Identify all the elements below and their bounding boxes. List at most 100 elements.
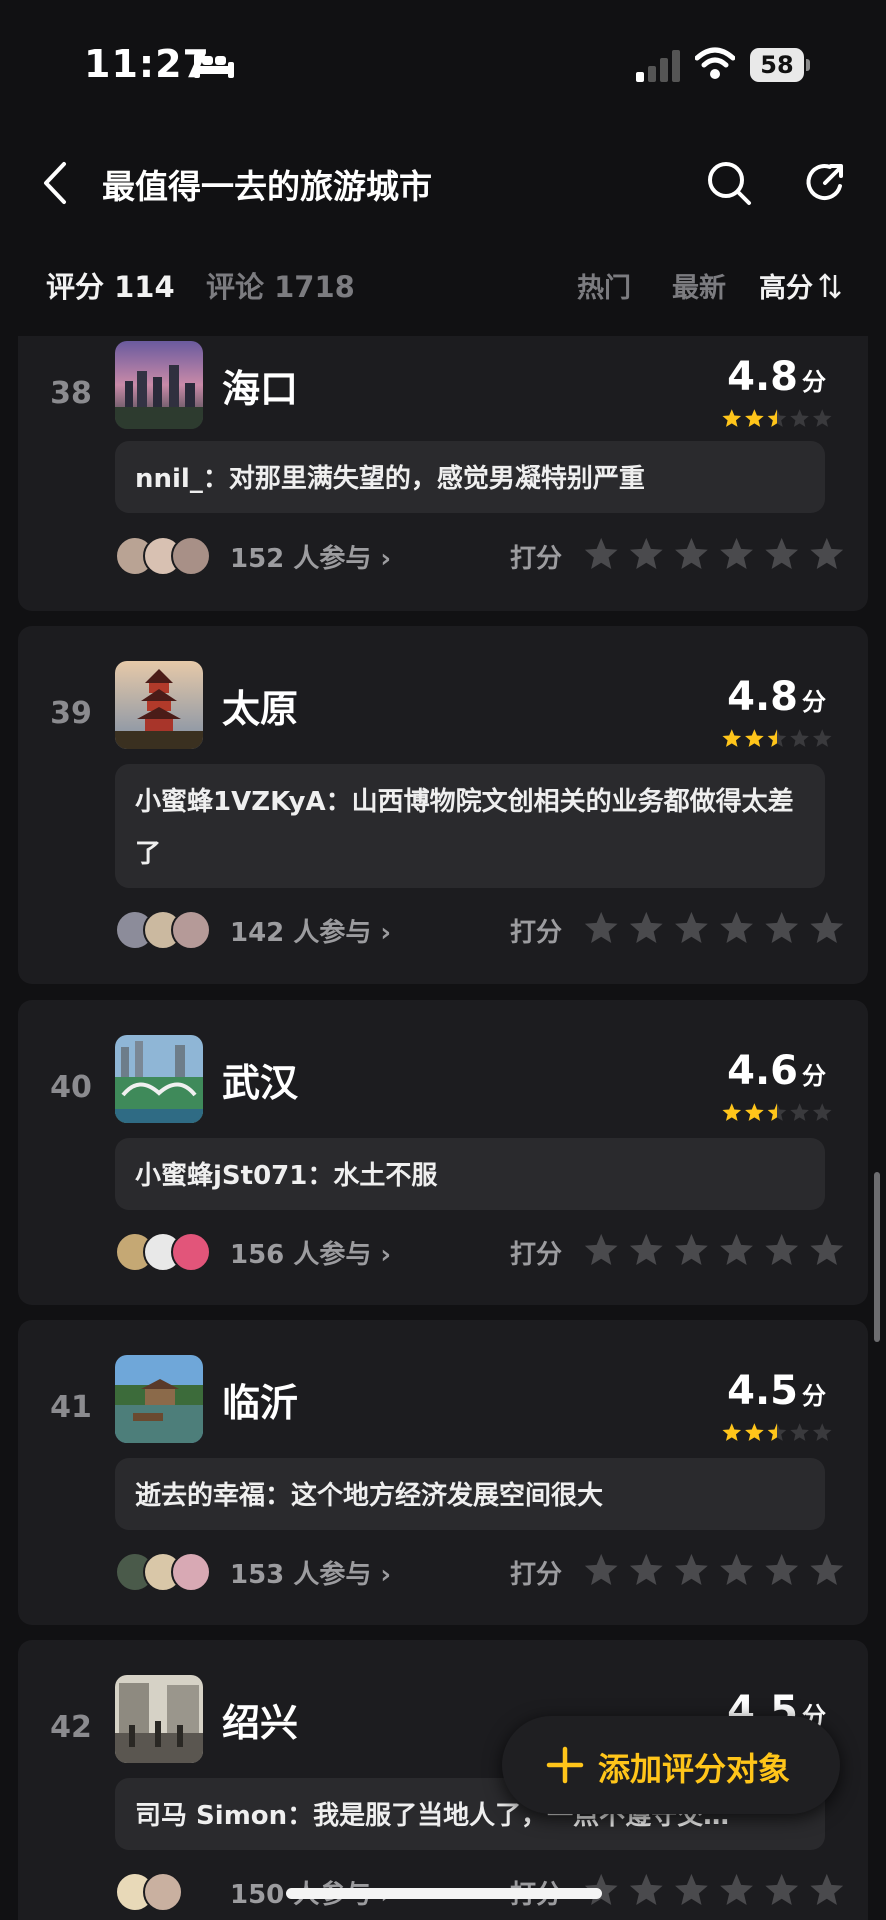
- scrollbar[interactable]: [874, 1172, 880, 1342]
- score-unit: 分: [802, 1382, 826, 1410]
- search-icon[interactable]: [706, 160, 752, 206]
- star-icon: [812, 409, 832, 427]
- rate-stars-input[interactable]: [584, 534, 844, 574]
- star-filled-icon: [722, 1103, 742, 1121]
- participants-link[interactable]: 156 人参与 ›: [230, 1234, 391, 1271]
- cellular-signal-icon: [636, 50, 680, 82]
- city-name: 海口: [222, 367, 299, 411]
- star-icon: [812, 1423, 832, 1441]
- star-icon: [810, 537, 844, 569]
- wifi-icon: [695, 47, 735, 79]
- city-thumbnail: [115, 1355, 203, 1443]
- rank-card[interactable]: 38 海口 4.8 分 nnil_：对那里满失望的，感觉男凝特别严重 152 人参…: [18, 336, 868, 611]
- participants-count: 156 人参与: [230, 1240, 372, 1270]
- city-thumbnail: [115, 341, 203, 429]
- tab-comments[interactable]: 评论 1718: [206, 264, 355, 306]
- city-thumbnail: [115, 1675, 203, 1763]
- home-indicator[interactable]: [286, 1888, 602, 1899]
- city-name: 绍兴: [222, 1701, 299, 1745]
- star-icon: [720, 537, 753, 569]
- star-icon: [584, 1553, 618, 1585]
- sort-toggle-icon[interactable]: [818, 272, 842, 300]
- star-icon: [720, 911, 753, 943]
- sort-high-score[interactable]: 高分: [759, 266, 813, 305]
- star-icon: [629, 1553, 663, 1585]
- star-icon: [675, 537, 708, 569]
- rank-card[interactable]: 40 武汉 4.6 分 小蜜蜂jSt071：水土不服 156 人参与 › 打分: [18, 1000, 868, 1305]
- star-icon: [629, 537, 663, 569]
- star-filled-icon: [745, 409, 764, 427]
- participant-avatars: [115, 910, 215, 950]
- sort-latest[interactable]: 最新: [672, 266, 726, 305]
- participants-link[interactable]: 152 人参与 ›: [230, 538, 391, 575]
- star-icon: [675, 911, 708, 943]
- rank-number: 40: [50, 1070, 92, 1105]
- avatar: [171, 536, 211, 576]
- participant-avatars: [115, 1232, 215, 1272]
- score-unit: 分: [802, 688, 826, 716]
- star-filled-icon: [745, 729, 764, 747]
- star-filled-icon: [722, 409, 742, 427]
- star-icon: [765, 1233, 799, 1265]
- score-value: 4.8: [727, 354, 798, 400]
- score-value: 4.5: [727, 1368, 798, 1414]
- share-icon[interactable]: [804, 160, 848, 204]
- star-icon: [810, 1873, 844, 1905]
- top-comment[interactable]: 小蜜蜂jSt071：水土不服: [115, 1138, 825, 1210]
- score: 4.6 分: [727, 1048, 826, 1094]
- avatar: [171, 910, 211, 950]
- score: 4.8 分: [727, 354, 826, 400]
- battery-level: 58: [750, 48, 804, 82]
- score: 4.5 分: [727, 1368, 826, 1414]
- star-icon: [810, 1233, 844, 1265]
- star-icon: [675, 1233, 708, 1265]
- avatar: [171, 1552, 211, 1592]
- rank-card[interactable]: 39 太原 4.8 分 小蜜蜂1VZKyA：山西博物院文创相关的业务都做得太差了 …: [18, 626, 868, 984]
- plus-icon: [546, 1746, 584, 1784]
- star-icon: [629, 1873, 663, 1905]
- rate-label: 打分: [510, 1240, 563, 1270]
- participant-avatars: [115, 536, 215, 576]
- rate-label: 打分: [510, 1560, 563, 1590]
- star-icon: [584, 1233, 618, 1265]
- star-icon: [765, 1553, 799, 1585]
- star-icon: [810, 911, 844, 943]
- star-filled-icon: [745, 1103, 764, 1121]
- star-icon: [629, 911, 663, 943]
- star-icon: [790, 1423, 809, 1441]
- add-rating-target-button[interactable]: 添加评分对象: [502, 1716, 840, 1814]
- participants-link[interactable]: 142 人参与 ›: [230, 912, 391, 949]
- rank-number: 39: [50, 696, 92, 731]
- top-comment[interactable]: 小蜜蜂1VZKyA：山西博物院文创相关的业务都做得太差了: [115, 764, 825, 888]
- add-rating-target-label: 添加评分对象: [598, 1750, 791, 1788]
- star-icon: [584, 911, 618, 943]
- rate-stars-input[interactable]: [584, 1550, 844, 1590]
- rank-number: 42: [50, 1710, 92, 1745]
- page-title: 最值得一去的旅游城市: [102, 167, 432, 206]
- rate-stars-input[interactable]: [584, 908, 844, 948]
- rank-number: 41: [50, 1390, 92, 1425]
- star-icon: [790, 1103, 809, 1121]
- sort-hot[interactable]: 热门: [577, 266, 631, 305]
- back-chevron-icon[interactable]: [40, 160, 70, 206]
- rank-card[interactable]: 41 临沂 4.5 分 逝去的幸福：这个地方经济发展空间很大 153 人参与 › …: [18, 1320, 868, 1625]
- score: 4.8 分: [727, 674, 826, 720]
- top-comment[interactable]: nnil_：对那里满失望的，感觉男凝特别严重: [115, 441, 825, 513]
- star-icon: [720, 1553, 753, 1585]
- ranking-list: 38 海口 4.8 分 nnil_：对那里满失望的，感觉男凝特别严重 152 人参…: [0, 336, 886, 1920]
- star-icon: [810, 1553, 844, 1585]
- average-rating-stars: [722, 1103, 832, 1121]
- star-icon: [790, 729, 809, 747]
- star-icon: [812, 729, 832, 747]
- city-name: 太原: [222, 687, 299, 731]
- city-thumbnail: [115, 661, 203, 749]
- tab-ratings[interactable]: 评分 114: [46, 264, 175, 306]
- participants-link[interactable]: 153 人参与 ›: [230, 1554, 391, 1591]
- top-comment[interactable]: 逝去的幸福：这个地方经济发展空间很大: [115, 1458, 825, 1530]
- star-filled-icon: [722, 1423, 742, 1441]
- rate-stars-input[interactable]: [584, 1870, 844, 1910]
- star-icon: [629, 1233, 663, 1265]
- score-unit: 分: [802, 1062, 826, 1090]
- star-icon: [765, 911, 799, 943]
- rate-stars-input[interactable]: [584, 1230, 844, 1270]
